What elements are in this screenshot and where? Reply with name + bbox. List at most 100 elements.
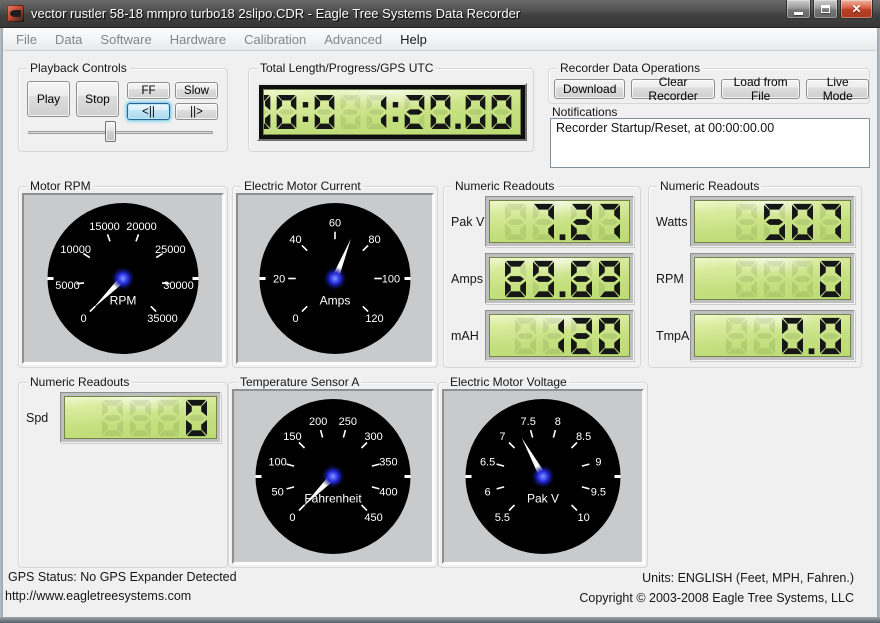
svg-text:6: 6 [485,486,491,498]
lcd-digit [540,316,567,356]
lcd-display-pakv [485,196,634,247]
gauge-face: 020406080100120Amps [238,195,432,362]
svg-text:9: 9 [595,457,601,469]
gauge-face: 5.566.577.588.599.510Pak V [444,391,642,562]
lcd-decimal-point [558,202,567,242]
menu-item-hardware[interactable]: Hardware [161,29,235,50]
groupbox-label: Numeric Readouts [27,375,132,389]
close-icon: ✕ [851,2,861,16]
groupbox-motor-rpm: Motor RPM 050001000015000200002500030000… [18,186,228,368]
lcd-digit [817,259,844,299]
groupbox-label: Playback Controls [27,61,130,75]
svg-text:60: 60 [329,218,341,230]
play-button[interactable]: Play [27,81,70,117]
menubar: FileDataSoftwareHardwareCalibrationAdvan… [3,28,877,51]
groupbox-label: Recorder Data Operations [557,61,703,75]
groupbox-numeric-readouts-2: Numeric Readouts WattsRPMTmpA [648,186,862,368]
clear-recorder-button[interactable]: Clear Recorder [631,79,714,99]
window-frame-left [0,28,3,623]
load-from-file-button[interactable]: Load from File [721,79,801,99]
svg-text:Amps: Amps [320,294,351,308]
minimize-button[interactable] [786,0,811,19]
svg-text:8: 8 [555,416,561,428]
step-back-button[interactable]: <|| [127,103,170,120]
lcd-digit [263,93,273,131]
lcd-digit [817,202,844,242]
lcd-digit [733,259,760,299]
readout-row: Spd [23,392,221,443]
readout-label: Watts [653,215,690,229]
gps-status-text: GPS Status: No GPS Expander Detected [8,570,237,584]
readout-label: Spd [23,411,60,425]
stop-button[interactable]: Stop [76,81,119,117]
menu-item-file[interactable]: File [7,29,46,50]
slow-button[interactable]: Slow [175,82,218,99]
lcd-screen [694,200,851,243]
lcd-digit [568,259,595,299]
lcd-digit [723,316,750,356]
groupbox-temperature-sensor-a: Temperature Sensor A 0501001502002503003… [228,382,438,568]
time-lcd-screen [263,89,521,135]
readout-label: RPM [653,272,690,286]
readout-row: TmpA [653,310,855,361]
groupbox-label: Numeric Readouts [452,179,557,193]
readout-row: Pak V [448,196,634,247]
svg-text:120: 120 [365,313,383,325]
lcd-screen [489,257,630,300]
lcd-digit [428,93,453,131]
lcd-digit [364,93,389,131]
menu-item-help[interactable]: Help [391,29,436,50]
menu-item-software[interactable]: Software [91,29,160,50]
lcd-digit [596,202,623,242]
app-icon [7,5,24,22]
lcd-digit [596,259,623,299]
svg-text:250: 250 [339,416,357,428]
lcd-digit [502,202,529,242]
groupbox-label: Electric Motor Voltage [447,375,570,389]
groupbox-label: Motor RPM [27,179,94,193]
fast-forward-button[interactable]: FF [127,82,170,99]
readout-row: mAH [448,310,634,361]
lcd-decimal-point [454,93,462,131]
lcd-digit [402,93,427,131]
close-button[interactable]: ✕ [840,0,873,19]
svg-text:30000: 30000 [163,280,194,292]
groupbox-numeric-readouts-3: Numeric Readouts Spd [18,382,228,568]
menu-item-calibration[interactable]: Calibration [235,29,315,50]
groupbox-playback-controls: Playback Controls Play Stop FF Slow <|| … [18,68,228,152]
readout-row: RPM [653,253,855,304]
groupbox-motor-current: Electric Motor Current 020406080100120Am… [232,186,438,368]
svg-text:Pak V: Pak V [527,492,559,506]
readout-label: Pak V [448,215,485,229]
lcd-digit [789,202,816,242]
lcd-digit [127,398,154,438]
step-forward-button[interactable]: ||> [175,103,218,120]
lcd-digit [530,259,557,299]
svg-text:25000: 25000 [155,244,186,256]
playback-slider-track[interactable] [28,131,213,134]
lcd-screen [64,396,217,439]
svg-text:9.5: 9.5 [591,486,606,498]
window-frame-bottom [0,617,880,623]
lcd-decimal-point [558,259,567,299]
groupbox-label: Numeric Readouts [657,179,762,193]
live-mode-button[interactable]: Live Mode [806,79,869,99]
playback-slider-thumb[interactable] [105,121,116,142]
gauge-motor-voltage: 5.566.577.588.599.510Pak V [442,389,644,564]
lcd-digit [463,93,488,131]
readout-label: mAH [448,329,485,343]
download-button[interactable]: Download [554,79,625,99]
menu-item-advanced[interactable]: Advanced [315,29,391,50]
svg-text:0: 0 [289,512,295,524]
lcd-display-tmpa [690,310,855,361]
svg-text:8.5: 8.5 [576,431,591,443]
lcd-digit [155,398,182,438]
svg-text:15000: 15000 [89,221,120,233]
notifications-box[interactable]: Recorder Startup/Reset, at 00:00:00.00 [550,118,870,168]
svg-text:300: 300 [364,431,382,443]
svg-text:0: 0 [80,313,86,325]
lcd-digit [338,93,363,131]
lcd-digit [779,316,806,356]
maximize-button[interactable] [813,0,838,19]
menu-item-data[interactable]: Data [46,29,91,50]
